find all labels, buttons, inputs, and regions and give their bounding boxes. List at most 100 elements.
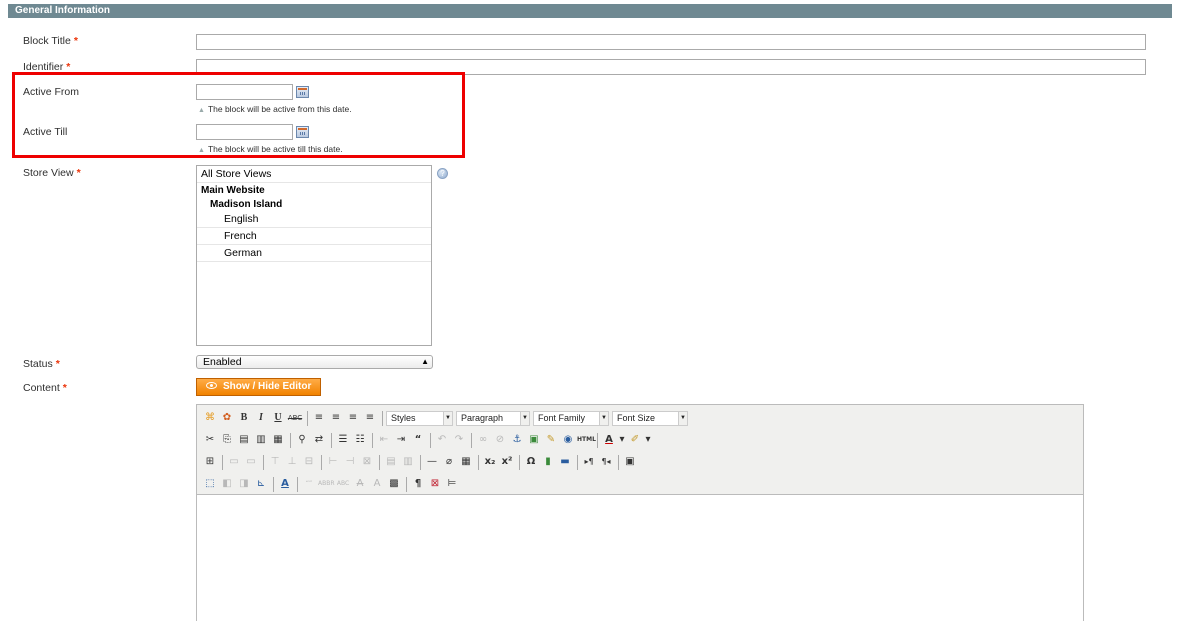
page-break-icon[interactable]: ⊨ <box>444 476 460 492</box>
block-title-input[interactable] <box>196 34 1146 50</box>
visual-aid-icon[interactable]: ▦ <box>458 454 474 470</box>
toolbar-row-3: ⊞ ▭ ▭ ⊤ ⊥ ⊟ ⊢ ⊣ ⊠ ▤ ▥ — ⌀ ▦ x₂ x² Ω ▮ ▬ … <box>202 453 639 471</box>
text-color-icon[interactable]: A <box>601 432 617 448</box>
subscript-icon[interactable]: x₂ <box>482 454 498 470</box>
text-color-dropdown-icon[interactable]: ▾ <box>618 432 626 448</box>
merge-cells-icon[interactable]: ▥ <box>400 454 416 470</box>
help-icon[interactable]: ? <box>437 168 448 179</box>
delete-col-icon[interactable]: ⊠ <box>359 454 375 470</box>
align-justify-icon[interactable]: ≡ <box>362 410 378 426</box>
content-label: Content * <box>23 382 67 394</box>
widget-icon[interactable]: ⌘ <box>202 410 218 426</box>
insert-layer-icon[interactable]: ⬚ <box>202 476 218 492</box>
link-icon[interactable]: ∞ <box>475 432 491 448</box>
fullscreen-icon[interactable]: ▣ <box>622 454 638 470</box>
underline-icon[interactable]: U <box>270 410 286 426</box>
wysiwyg-editor: ⌘ ✿ B I U ABC ≡ ≡ ≡ ≡ Styles ▼ Paragraph ▼… <box>196 404 1084 621</box>
editor-content-area[interactable] <box>197 494 1083 621</box>
cleanup-icon[interactable]: ✎ <box>543 432 559 448</box>
remove-format-icon[interactable]: ⌀ <box>441 454 457 470</box>
align-right-icon[interactable]: ≡ <box>345 410 361 426</box>
status-select[interactable]: Enabled ▲ <box>196 355 433 369</box>
strikethrough-icon[interactable]: ABC <box>287 410 303 426</box>
store-option-french[interactable]: French <box>197 228 431 245</box>
highlight-box <box>12 72 465 158</box>
toolbar-row-4: ⬚ ◧ ◨ ⊾ A “” ABBR ABC A A ▩ ¶ ⊠ ⊨ <box>202 475 461 493</box>
attributes-icon[interactable]: ▩ <box>386 476 402 492</box>
indent-icon[interactable]: ⇥ <box>393 432 409 448</box>
replace-icon[interactable]: ⇄ <box>311 432 327 448</box>
align-left-icon[interactable]: ≡ <box>311 410 327 426</box>
font-size-select[interactable]: Font Size ▼ <box>612 410 688 426</box>
store-view-label: Store View * <box>23 167 81 179</box>
image-icon[interactable]: ▣ <box>526 432 542 448</box>
eye-icon <box>206 382 217 389</box>
image-insert-icon[interactable]: ✿ <box>219 410 235 426</box>
paragraph-select[interactable]: Paragraph ▼ <box>456 410 530 426</box>
help-editor-icon[interactable]: ◉ <box>560 432 576 448</box>
row-props-icon[interactable]: ▭ <box>226 454 242 470</box>
toolbar-row-2: ✂ ⎘ ▤ ▥ ▦ ⚲ ⇄ ☰ ☷ ⇤ ⇥ “ ↶ ↷ ∞ ⊘ ⚓ ▣ ✎ ◉ … <box>202 431 653 449</box>
special-char-icon[interactable]: Ω <box>523 454 539 470</box>
absolute-icon[interactable]: ⊾ <box>253 476 269 492</box>
cell-props-icon[interactable]: ▭ <box>243 454 259 470</box>
paste-word-icon[interactable]: ▦ <box>270 432 286 448</box>
show-hide-editor-button[interactable]: Show / Hide Editor <box>196 378 321 396</box>
store-group-store: Madison Island <box>210 199 283 210</box>
undo-icon[interactable]: ↶ <box>434 432 450 448</box>
delete-row-icon[interactable]: ⊟ <box>301 454 317 470</box>
align-center-icon[interactable]: ≡ <box>328 410 344 426</box>
show-invisible-icon[interactable]: ¶ <box>410 476 426 492</box>
move-backward-icon[interactable]: ◨ <box>236 476 252 492</box>
superscript-icon[interactable]: x² <box>499 454 515 470</box>
col-after-icon[interactable]: ⊣ <box>342 454 358 470</box>
store-view-multiselect[interactable]: All Store Views Main Website Madison Isl… <box>196 165 432 346</box>
split-cells-icon[interactable]: ▤ <box>383 454 399 470</box>
copy-icon[interactable]: ⎘ <box>219 432 235 448</box>
row-after-icon[interactable]: ⊥ <box>284 454 300 470</box>
section-header: General Information <box>8 4 1172 18</box>
bold-icon[interactable]: B <box>236 410 252 426</box>
col-before-icon[interactable]: ⊢ <box>325 454 341 470</box>
row-before-icon[interactable]: ⊤ <box>267 454 283 470</box>
move-forward-icon[interactable]: ◧ <box>219 476 235 492</box>
horizontal-rule-icon[interactable]: — <box>424 454 440 470</box>
style-props-icon[interactable]: A <box>277 476 293 492</box>
store-option-all[interactable]: All Store Views <box>197 166 431 183</box>
html-source-icon[interactable]: HTML <box>577 432 596 448</box>
outdent-icon[interactable]: ⇤ <box>376 432 392 448</box>
ltr-icon[interactable]: ▸¶ <box>581 454 597 470</box>
del-icon[interactable]: A <box>352 476 368 492</box>
italic-icon[interactable]: I <box>253 410 269 426</box>
bullet-list-icon[interactable]: ☰ <box>335 432 351 448</box>
media-icon[interactable]: ▮ <box>540 454 556 470</box>
insert-table-icon[interactable]: ⊞ <box>202 454 218 470</box>
cite-icon[interactable]: “” <box>301 476 317 492</box>
find-icon[interactable]: ⚲ <box>294 432 310 448</box>
block-title-label: Block Title * <box>23 35 78 47</box>
select-arrows-icon: ▲ <box>421 357 429 366</box>
blockquote-icon[interactable]: “ <box>410 432 426 448</box>
font-family-select[interactable]: Font Family ▼ <box>533 410 609 426</box>
numbered-list-icon[interactable]: ☷ <box>352 432 368 448</box>
status-label: Status * <box>23 358 60 370</box>
unlink-icon[interactable]: ⊘ <box>492 432 508 448</box>
store-option-german[interactable]: German <box>197 245 431 262</box>
paste-icon[interactable]: ▤ <box>236 432 252 448</box>
store-option-english[interactable]: English <box>197 211 431 228</box>
cut-icon[interactable]: ✂ <box>202 432 218 448</box>
styles-select[interactable]: Styles ▼ <box>386 410 453 426</box>
redo-icon[interactable]: ↷ <box>451 432 467 448</box>
template-icon[interactable]: ⊠ <box>427 476 443 492</box>
anchor-icon[interactable]: ⚓ <box>509 432 525 448</box>
rtl-icon[interactable]: ¶◂ <box>598 454 614 470</box>
abbr-icon[interactable]: ABBR <box>318 476 335 492</box>
acronym-icon[interactable]: ABC <box>335 476 351 492</box>
background-color-dropdown-icon[interactable]: ▾ <box>644 432 652 448</box>
store-group-website: Main Website <box>201 185 265 196</box>
background-color-icon[interactable]: ✐ <box>627 432 643 448</box>
advanced-hr-icon[interactable]: ▬ <box>557 454 573 470</box>
ins-icon[interactable]: A <box>369 476 385 492</box>
toolbar-row-1: ⌘ ✿ B I U ABC ≡ ≡ ≡ ≡ Styles ▼ Paragraph ▼… <box>202 409 691 427</box>
paste-text-icon[interactable]: ▥ <box>253 432 269 448</box>
